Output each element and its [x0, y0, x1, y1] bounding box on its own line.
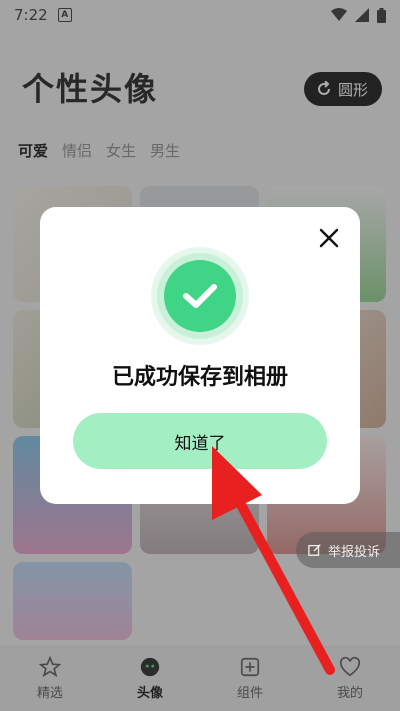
report-button[interactable]: 举报投诉: [296, 532, 400, 568]
close-icon[interactable]: [318, 227, 340, 249]
confirm-button[interactable]: 知道了: [73, 413, 327, 469]
save-success-dialog: 已成功保存到相册 知道了: [40, 207, 360, 504]
report-label: 举报投诉: [328, 544, 381, 560]
edit-icon: [308, 544, 321, 556]
check-icon: [183, 284, 217, 308]
success-badge: [151, 247, 249, 345]
dialog-message: 已成功保存到相册: [111, 365, 288, 390]
